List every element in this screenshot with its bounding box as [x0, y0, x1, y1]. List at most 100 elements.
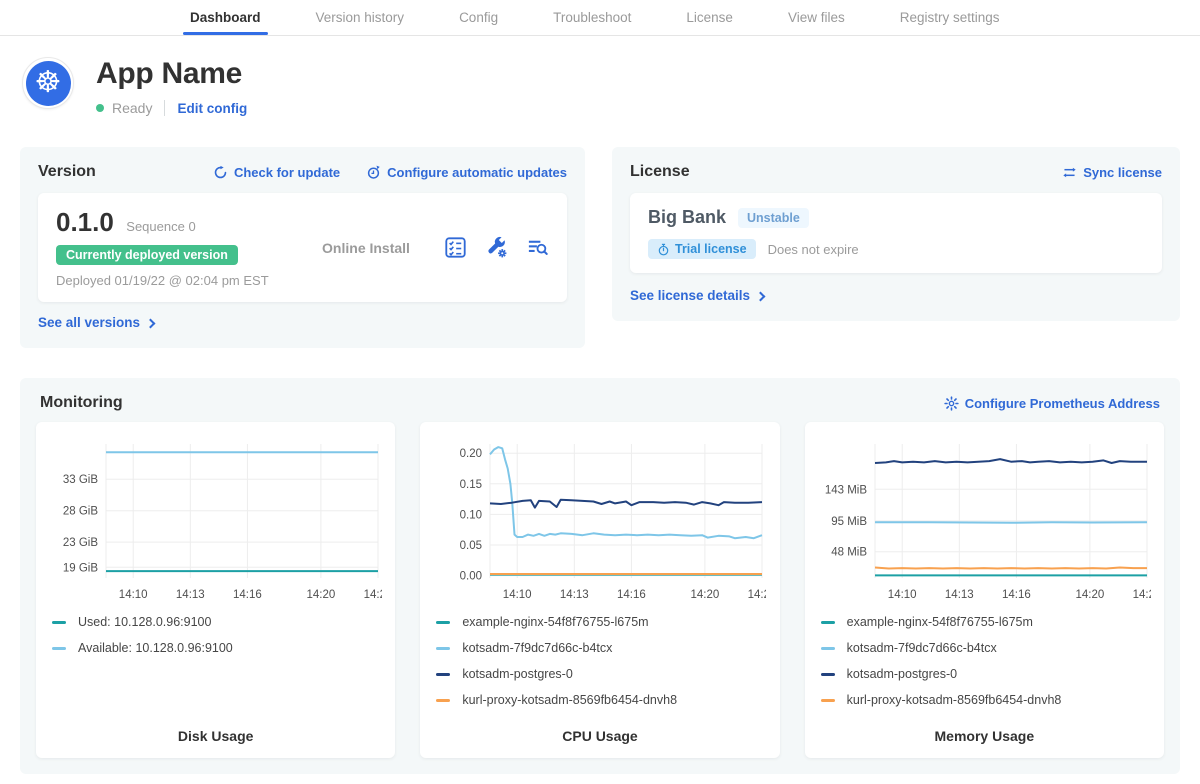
status-ready-dot — [96, 104, 104, 112]
see-license-details-link[interactable]: See license details — [630, 288, 764, 303]
check-for-update-button[interactable]: Check for update — [213, 165, 340, 180]
sync-arrows-icon — [1062, 165, 1077, 180]
svg-text:14:23: 14:23 — [364, 589, 382, 601]
kubernetes-wheel-icon: ☸ — [26, 61, 71, 106]
chevron-right-icon — [756, 291, 766, 301]
legend-item: kotsadm-7f9dc7d66c-b4tcx — [817, 640, 1152, 656]
legend-label: example-nginx-54f8f76755-l675m — [462, 615, 648, 629]
configure-automatic-updates-label: Configure automatic updates — [387, 165, 567, 180]
legend-item: example-nginx-54f8f76755-l675m — [432, 614, 767, 630]
gear-icon — [944, 396, 959, 411]
legend-dash — [52, 647, 66, 650]
license-panel-title: License — [630, 163, 690, 181]
monitoring-title: Monitoring — [40, 394, 123, 412]
configure-prometheus-button[interactable]: Configure Prometheus Address — [944, 396, 1160, 411]
svg-text:14:10: 14:10 — [503, 589, 532, 601]
tab-config[interactable]: Config — [452, 0, 505, 35]
legend-label: kotsadm-postgres-0 — [847, 667, 957, 681]
expiry-text: Does not expire — [768, 242, 859, 257]
svg-text:14:20: 14:20 — [691, 589, 720, 601]
wrench-gear-icon[interactable] — [485, 236, 508, 259]
app-header: ☸ App Name Ready Edit config — [0, 36, 1200, 140]
svg-text:143 MiB: 143 MiB — [824, 484, 867, 496]
deployed-badge: Currently deployed version — [56, 245, 238, 265]
see-all-versions-link[interactable]: See all versions — [38, 315, 154, 330]
legend-dash — [821, 673, 835, 676]
legend-label: Available: 10.128.0.96:9100 — [78, 641, 233, 655]
svg-text:14:23: 14:23 — [748, 589, 766, 601]
configure-automatic-updates-button[interactable]: Configure automatic updates — [366, 165, 567, 180]
disk-usage-chart-card: 14:1014:1314:1614:2014:2333 GiB28 GiB23 … — [36, 422, 395, 758]
svg-text:95 MiB: 95 MiB — [831, 516, 867, 528]
tab-registry-settings[interactable]: Registry settings — [893, 0, 1007, 35]
svg-text:28 GiB: 28 GiB — [63, 506, 98, 518]
license-panel: License Sync license Big Bank Unstable T… — [612, 147, 1180, 321]
legend-label: kurl-proxy-kotsadm-8569fb6454-dnvh8 — [847, 693, 1062, 707]
status-text: Ready — [112, 100, 152, 116]
page-title: App Name — [96, 57, 247, 91]
svg-text:33 GiB: 33 GiB — [63, 474, 98, 486]
tab-troubleshoot[interactable]: Troubleshoot — [546, 0, 638, 35]
svg-text:14:23: 14:23 — [1132, 589, 1150, 601]
stopwatch-icon — [657, 243, 670, 256]
trial-license-label: Trial license — [675, 242, 747, 256]
disk-usage-plot: 14:1014:1314:1614:2014:2333 GiB28 GiB23 … — [48, 434, 383, 606]
svg-text:14:10: 14:10 — [119, 589, 148, 601]
version-panel: Version Check for update Configure autom… — [20, 147, 585, 348]
trial-license-badge: Trial license — [648, 239, 756, 259]
channel-badge: Unstable — [738, 208, 809, 228]
svg-text:14:13: 14:13 — [176, 589, 205, 601]
sync-license-label: Sync license — [1083, 165, 1162, 180]
version-number: 0.1.0 — [56, 207, 114, 237]
see-license-details-label: See license details — [630, 288, 750, 303]
svg-text:0.00: 0.00 — [460, 571, 482, 583]
cpu-usage-chart-card: 14:1014:1314:1614:2014:230.200.150.100.0… — [420, 422, 779, 758]
svg-text:0.05: 0.05 — [460, 540, 482, 552]
legend-item: Used: 10.128.0.96:9100 — [48, 614, 383, 630]
clock-refresh-icon — [366, 165, 381, 180]
tab-version-history[interactable]: Version history — [309, 0, 412, 35]
svg-text:14:16: 14:16 — [1002, 589, 1031, 601]
configure-prometheus-label: Configure Prometheus Address — [965, 396, 1160, 411]
see-all-versions-label: See all versions — [38, 315, 140, 330]
legend-dash — [436, 673, 450, 676]
tab-license[interactable]: License — [679, 0, 740, 35]
svg-text:14:20: 14:20 — [1075, 589, 1104, 601]
svg-text:19 GiB: 19 GiB — [63, 562, 98, 574]
legend-dash — [436, 647, 450, 650]
svg-text:14:13: 14:13 — [560, 589, 589, 601]
cpu-usage-plot: 14:1014:1314:1614:2014:230.200.150.100.0… — [432, 434, 767, 606]
legend-item: kotsadm-postgres-0 — [817, 666, 1152, 682]
preflight-checklist-icon[interactable] — [444, 236, 467, 259]
legend-label: example-nginx-54f8f76755-l675m — [847, 615, 1033, 629]
legend-label: kotsadm-postgres-0 — [462, 667, 572, 681]
legend-label: Used: 10.128.0.96:9100 — [78, 615, 211, 629]
deployed-timestamp: Deployed 01/19/22 @ 02:04 pm EST — [56, 273, 288, 288]
tab-view-files[interactable]: View files — [781, 0, 852, 35]
legend-dash — [821, 699, 835, 702]
legend-dash — [52, 621, 66, 624]
edit-config-link[interactable]: Edit config — [177, 101, 247, 116]
sequence-label: Sequence 0 — [126, 219, 195, 234]
svg-text:14:16: 14:16 — [233, 589, 262, 601]
app-icon-ring: ☸ — [22, 57, 74, 109]
current-version-card: 0.1.0 Sequence 0 Currently deployed vers… — [38, 193, 567, 302]
legend-label: kotsadm-7f9dc7d66c-b4tcx — [462, 641, 612, 655]
legend-item: kurl-proxy-kotsadm-8569fb6454-dnvh8 — [432, 692, 767, 708]
legend-item: kotsadm-postgres-0 — [432, 666, 767, 682]
legend-dash — [436, 621, 450, 624]
legend-label: kurl-proxy-kotsadm-8569fb6454-dnvh8 — [462, 693, 677, 707]
svg-text:23 GiB: 23 GiB — [63, 537, 98, 549]
check-for-update-label: Check for update — [234, 165, 340, 180]
svg-text:0.15: 0.15 — [460, 479, 482, 491]
license-details-card: Big Bank Unstable Trial license Does not… — [630, 193, 1162, 273]
legend-item: example-nginx-54f8f76755-l675m — [817, 614, 1152, 630]
legend-item: kotsadm-7f9dc7d66c-b4tcx — [432, 640, 767, 656]
tab-dashboard[interactable]: Dashboard — [183, 0, 268, 35]
chart-title: CPU Usage — [432, 728, 767, 744]
memory-usage-chart-card: 14:1014:1314:1614:2014:23143 MiB95 MiB48… — [805, 422, 1164, 758]
sync-license-button[interactable]: Sync license — [1062, 165, 1162, 180]
logs-magnifier-icon[interactable] — [526, 236, 549, 259]
chevron-right-icon — [146, 318, 156, 328]
memory-usage-plot: 14:1014:1314:1614:2014:23143 MiB95 MiB48… — [817, 434, 1152, 606]
